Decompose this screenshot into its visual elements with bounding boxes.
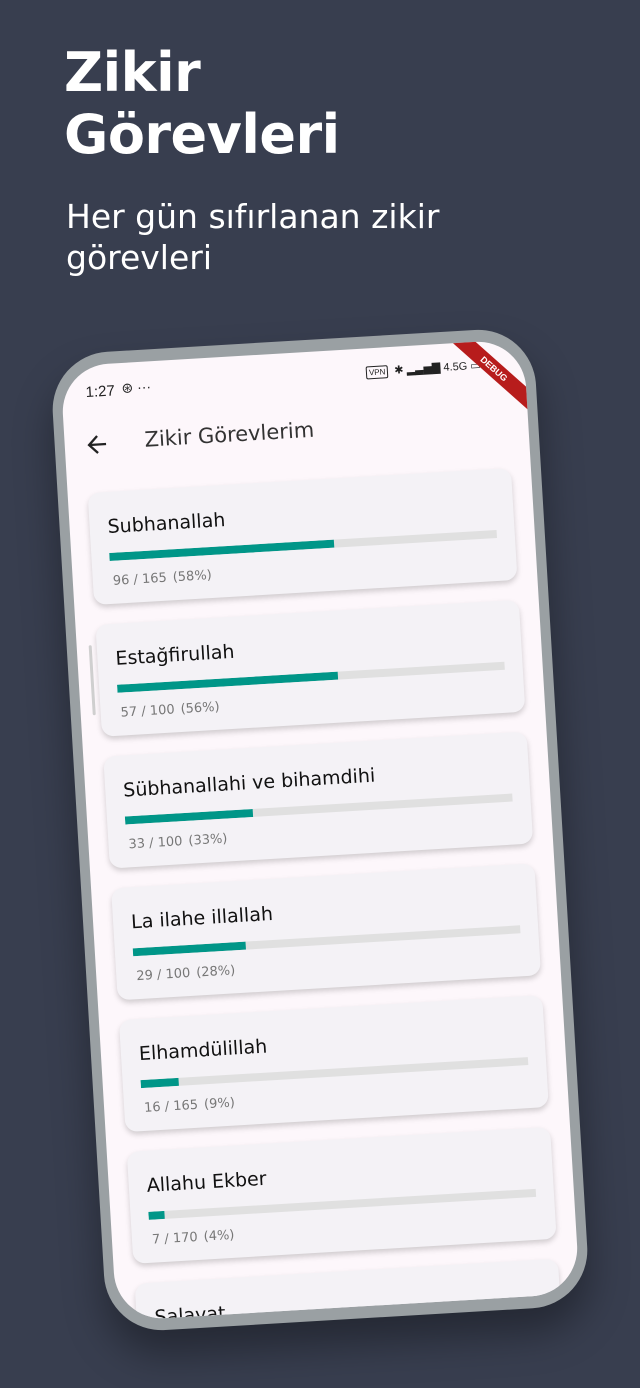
bluetooth-icon: ✱ [394, 364, 404, 377]
task-card[interactable]: Allahu Ekber 7 / 170 (4%) [126, 1126, 557, 1264]
progress-fill [109, 539, 335, 562]
progress-fill [140, 1077, 179, 1089]
progress-fill [117, 671, 339, 693]
task-name: Subhanallah [107, 509, 226, 539]
task-card[interactable]: Subhanallah 96 / 165 (58%) [87, 468, 518, 605]
task-card[interactable]: Sübhanallahi ve bihamdihi 33 / 100 (33%) [103, 731, 534, 869]
task-meta: 57 / 100 (56%) [120, 699, 226, 721]
network-label: 4.5G [443, 360, 468, 374]
task-count: 7 / 170 [151, 1229, 199, 1248]
phone-screen: 1:27 ⊛ ··· VPN ✱ ▂▃▅▇ 4.5G ▭ DEBUG Zikir… [60, 339, 580, 1321]
task-card[interactable]: La ilahe illallah 29 / 100 (28%) [111, 863, 541, 1001]
task-count: 33 / 100 [128, 834, 183, 853]
progress-bar [140, 1057, 529, 1089]
hero-title-line-2: Görevleri [64, 103, 340, 166]
progress-fill [124, 808, 254, 825]
signal-icon: ▂▃▅▇ [406, 362, 441, 377]
hero-subtitle: Her gün sıfırlanan zikir görevleri [66, 197, 440, 277]
task-percent: (28%) [195, 963, 236, 981]
task-meta: 7 / 170 (4%) [151, 1227, 241, 1248]
progress-bar [124, 793, 513, 825]
task-percent: (9%) [203, 1095, 236, 1113]
task-count: 29 / 100 [135, 965, 191, 985]
task-card[interactable]: Elhamdülillah 16 / 165 (9%) [118, 995, 549, 1133]
task-name: Estağfirullah [114, 640, 236, 670]
task-list: Subhanallah 96 / 165 (58%) Estağfirullah … [87, 468, 566, 1321]
status-time: 1:27 [85, 382, 116, 402]
task-name: Allahu Ekber [146, 1167, 268, 1197]
task-meta: 16 / 165 (9%) [144, 1095, 242, 1116]
task-meta: 29 / 100 (28%) [136, 963, 242, 984]
task-meta: 33 / 100 (33%) [128, 831, 234, 853]
task-count: 16 / 165 [143, 1097, 199, 1116]
app-bar-title: Zikir Görevlerim [143, 417, 315, 452]
task-percent: (33%) [187, 831, 228, 849]
task-percent: (58%) [172, 567, 213, 586]
progress-fill [132, 941, 246, 957]
task-card[interactable]: Estağfirullah 57 / 100 (56%) [95, 599, 526, 737]
vpn-icon: VPN [365, 365, 389, 380]
task-percent: (56%) [180, 699, 221, 718]
status-icons: VPN ✱ ▂▃▅▇ 4.5G ▭ [365, 359, 482, 380]
progress-bar [117, 661, 505, 693]
task-percent: (4%) [203, 1227, 235, 1245]
task-meta: 96 / 165 (58%) [112, 568, 218, 589]
phone-mockup: 1:27 ⊛ ··· VPN ✱ ▂▃▅▇ 4.5G ▭ DEBUG Zikir… [49, 326, 591, 1334]
task-count: 96 / 165 [112, 570, 168, 589]
task-count: 57 / 100 [120, 702, 176, 721]
progress-bar [109, 530, 497, 562]
task-name: Sübhanallahi ve bihamdihi [122, 764, 376, 802]
hero-title-line-1: Zikir [64, 41, 201, 104]
scrollbar[interactable] [88, 645, 96, 716]
notification-icons: ⊛ ··· [120, 378, 152, 396]
progress-bar [148, 1188, 537, 1220]
progress-bar [132, 925, 521, 957]
progress-fill [148, 1210, 165, 1220]
task-name: La ilahe illallah [130, 902, 274, 934]
hero-title: Zikir Görevleri [64, 42, 340, 166]
task-name: Elhamdülillah [138, 1035, 268, 1066]
arrow-back-icon[interactable] [82, 430, 112, 460]
